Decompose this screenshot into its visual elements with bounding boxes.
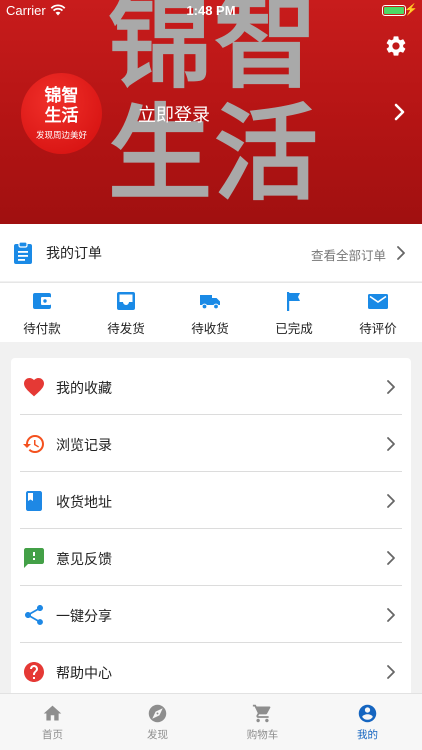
logo-line-2: 生活 xyxy=(44,106,79,126)
login-button[interactable]: 立即登录 xyxy=(138,101,210,127)
compass-icon xyxy=(148,704,167,723)
book-icon xyxy=(26,491,42,511)
share-icon xyxy=(25,605,43,625)
chevron-right-icon xyxy=(397,246,405,260)
order-status-completed[interactable]: 已完成 xyxy=(252,283,336,343)
chevron-right-icon xyxy=(387,494,395,508)
truck-icon xyxy=(200,295,220,310)
tab-mine[interactable]: 我的 xyxy=(315,694,420,750)
status-bar: Carrier 1:48 PM ⚡ xyxy=(0,0,422,22)
history-icon xyxy=(23,435,44,453)
help-icon xyxy=(24,662,44,682)
bottom-tab-bar: 首页 发现 购物车 我的 xyxy=(0,693,422,750)
menu-item-label: 我的收藏 xyxy=(56,381,112,397)
chevron-right-icon[interactable] xyxy=(392,102,408,122)
chevron-right-icon xyxy=(387,380,395,394)
feedback-icon xyxy=(24,548,44,568)
heart-icon xyxy=(24,378,44,397)
menu-item-feedback[interactable]: 意见反馈 xyxy=(11,529,411,586)
inbox-icon xyxy=(117,292,135,310)
my-orders-title: 我的订单 xyxy=(46,246,102,262)
tab-label: 我的 xyxy=(357,729,378,741)
menu-item-label: 帮助中心 xyxy=(56,666,112,682)
menu-item-address[interactable]: 收货地址 xyxy=(11,472,411,529)
mail-icon xyxy=(368,294,388,309)
menu-item-label: 浏览记录 xyxy=(56,438,112,454)
gear-icon[interactable] xyxy=(384,34,408,58)
charging-icon: ⚡ xyxy=(404,4,418,16)
chevron-right-icon xyxy=(387,437,395,451)
tab-discover[interactable]: 发现 xyxy=(105,694,210,750)
profile-header: 锦智 生活 Carrier 1:48 PM ⚡ 锦智 生活 发现周边美好 立即登… xyxy=(0,0,422,224)
order-status-row: 待付款 待发货 待收货 已完成 待评价 xyxy=(0,282,422,342)
tab-home[interactable]: 首页 xyxy=(0,694,105,750)
menu-list: 我的收藏 浏览记录 收货地址 意见反馈 一键分享 帮助中心 xyxy=(11,358,411,698)
app-logo[interactable]: 锦智 生活 发现周边美好 xyxy=(21,73,102,154)
order-status-pending-payment[interactable]: 待付款 xyxy=(0,283,84,343)
order-status-label: 待付款 xyxy=(23,321,61,336)
order-status-label: 待发货 xyxy=(107,321,145,336)
menu-item-help[interactable]: 帮助中心 xyxy=(11,643,411,698)
chevron-right-icon xyxy=(387,608,395,622)
order-status-label: 待评价 xyxy=(359,321,397,336)
clipboard-icon xyxy=(14,241,32,264)
order-status-to-ship[interactable]: 待发货 xyxy=(84,283,168,343)
account-icon xyxy=(358,704,377,723)
menu-item-label: 收货地址 xyxy=(56,495,112,511)
menu-item-label: 意见反馈 xyxy=(56,552,112,568)
tab-label: 首页 xyxy=(42,729,63,741)
menu-item-label: 一键分享 xyxy=(56,609,112,625)
wallet-icon xyxy=(33,293,51,309)
menu-item-share[interactable]: 一键分享 xyxy=(11,586,411,643)
cart-icon xyxy=(252,704,271,723)
battery-level xyxy=(384,7,404,14)
logo-line-1: 锦智 xyxy=(44,86,79,106)
menu-item-history[interactable]: 浏览记录 xyxy=(11,415,411,472)
order-status-label: 待收货 xyxy=(191,321,229,336)
battery-icon xyxy=(382,5,406,16)
chevron-right-icon xyxy=(387,665,395,679)
home-icon xyxy=(43,705,62,721)
tab-label: 购物车 xyxy=(246,729,279,741)
tab-cart[interactable]: 购物车 xyxy=(210,694,315,750)
flag-icon xyxy=(287,292,300,311)
chevron-right-icon xyxy=(387,551,395,565)
order-status-label: 已完成 xyxy=(275,321,313,336)
order-status-to-review[interactable]: 待评价 xyxy=(336,283,420,343)
menu-item-favorites[interactable]: 我的收藏 xyxy=(11,358,411,415)
view-all-orders-link[interactable]: 查看全部订单 xyxy=(311,245,386,264)
status-time: 1:48 PM xyxy=(186,3,236,18)
my-orders-header[interactable]: 我的订单 查看全部订单 xyxy=(0,224,422,281)
tab-label: 发现 xyxy=(147,729,168,741)
order-status-to-receive[interactable]: 待收货 xyxy=(168,283,252,343)
logo-tagline: 发现周边美好 xyxy=(35,131,87,141)
